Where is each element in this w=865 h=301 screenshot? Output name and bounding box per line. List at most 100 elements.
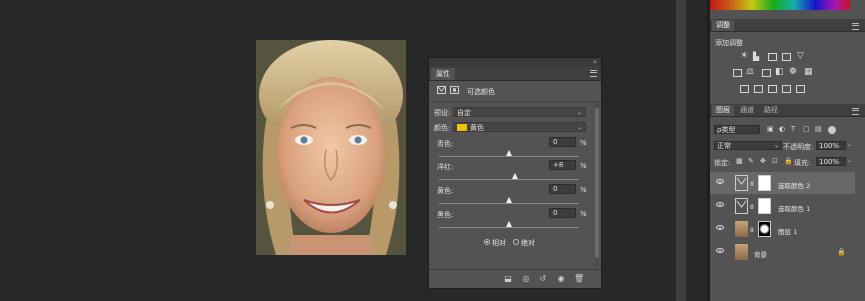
yellow-slider-track[interactable] <box>439 203 579 204</box>
selective-color-icon[interactable] <box>782 85 791 93</box>
tab-paths[interactable]: 路径 <box>760 105 782 116</box>
reset-icon[interactable]: ↺ <box>538 275 548 283</box>
filter-smart-object-icon[interactable]: ▤ <box>815 125 822 133</box>
tab-channels[interactable]: 通道 <box>736 105 758 116</box>
colors-value: 黄色 <box>470 124 484 132</box>
scrollbar-thumb[interactable] <box>595 108 599 258</box>
mask-icon[interactable] <box>450 86 459 94</box>
panel-menu-icon[interactable] <box>852 108 859 115</box>
preset-select[interactable]: 自定 ⌄ <box>453 107 586 117</box>
filter-shape-icon[interactable]: ▢ <box>803 125 810 133</box>
adjustment-layer-icon <box>735 198 748 214</box>
relative-radio[interactable] <box>484 239 490 245</box>
lock-icon[interactable]: 🔒 <box>837 248 846 256</box>
layer-row[interactable]: 8 选取颜色 1 <box>710 195 855 217</box>
channel-mixer-icon[interactable]: ❁ <box>789 67 797 77</box>
layer-row[interactable]: 8 选取颜色 2 <box>710 172 855 194</box>
layers-tab-row: 图层 通道 路径 <box>710 104 865 117</box>
invert-icon[interactable] <box>740 85 749 93</box>
exposure-icon[interactable] <box>782 53 791 61</box>
color-spectrum[interactable] <box>710 0 850 10</box>
canvas-photo[interactable] <box>256 40 406 255</box>
lock-image-icon[interactable]: ✎ <box>748 157 754 165</box>
chain-link-icon[interactable]: 8 <box>750 181 754 188</box>
absolute-radio[interactable] <box>513 239 519 245</box>
chain-link-icon[interactable]: 8 <box>750 204 754 211</box>
opacity-label: 不透明度: <box>783 143 814 151</box>
cyan-value-input[interactable]: 0 <box>549 137 576 147</box>
color-lookup-icon[interactable]: ▦ <box>804 67 813 77</box>
vibrance-icon[interactable]: ▽ <box>797 51 804 61</box>
chevron-down-icon[interactable]: ⌄ <box>847 157 852 164</box>
blend-mode-select[interactable]: 正常 ⌄ <box>714 141 782 150</box>
panel-title-bar[interactable]: » <box>429 58 601 66</box>
layer-mask-thumbnail[interactable] <box>758 221 771 237</box>
filter-pixel-icon[interactable]: ▣ <box>767 125 774 133</box>
black-value-input[interactable]: 0 <box>549 208 576 218</box>
panel-menu-icon[interactable] <box>852 23 859 30</box>
filter-adjustment-icon[interactable]: ◐ <box>779 125 785 133</box>
clip-to-layer-icon[interactable]: ⬓ <box>503 275 513 283</box>
layer-row[interactable]: 8 图层 1 <box>710 218 855 240</box>
threshold-icon[interactable] <box>768 85 777 93</box>
lock-artboard-icon[interactable]: ⊡ <box>772 157 778 165</box>
tab-layers[interactable]: 图层 <box>712 105 734 116</box>
layer-row[interactable]: 背景 🔒 <box>710 241 855 263</box>
layer-name: 背景 <box>754 251 767 259</box>
lock-position-icon[interactable]: ✥ <box>760 157 766 165</box>
visibility-eye-icon[interactable] <box>716 225 724 230</box>
cyan-slider-track[interactable] <box>439 156 579 157</box>
yellow-value-input[interactable]: 0 <box>549 184 576 194</box>
gradient-map-icon[interactable] <box>796 85 805 93</box>
posterize-icon[interactable] <box>754 85 763 93</box>
photo-filter-icon[interactable]: ◧ <box>775 67 784 77</box>
black-slider-track[interactable] <box>439 227 579 228</box>
chain-link-icon[interactable]: 8 <box>750 227 754 234</box>
filter-toggle-icon[interactable] <box>828 126 836 134</box>
lock-all-icon[interactable]: 🔒 <box>784 157 793 165</box>
color-balance-icon[interactable]: ⚖ <box>746 67 754 77</box>
visibility-eye-icon[interactable]: ◉ <box>556 275 566 283</box>
adjustments-tab-row: 调整 <box>710 19 865 32</box>
tab-properties[interactable]: 属性 <box>431 68 455 80</box>
layer-filter-select[interactable]: ρ类型 <box>714 125 760 134</box>
panel-scrollbar[interactable] <box>595 102 599 267</box>
layer-name: 选取颜色 2 <box>778 182 811 190</box>
fill-input[interactable]: 100% <box>816 157 846 166</box>
visibility-eye-icon[interactable] <box>716 248 724 253</box>
opacity-input[interactable]: 100% <box>816 141 846 150</box>
visibility-eye-icon[interactable] <box>716 202 724 207</box>
cyan-slider-thumb[interactable] <box>506 150 512 156</box>
hue-saturation-icon[interactable] <box>733 69 742 77</box>
lock-transparent-icon[interactable]: ▩ <box>736 157 743 165</box>
magenta-slider-track[interactable] <box>439 179 579 180</box>
black-white-icon[interactable] <box>762 69 771 77</box>
layer-mask-thumbnail[interactable] <box>758 175 771 191</box>
levels-icon[interactable]: ▙ <box>753 52 759 61</box>
percent-sign: % <box>580 186 587 194</box>
tab-adjustments[interactable]: 调整 <box>712 20 734 31</box>
percent-sign: % <box>580 139 587 147</box>
view-previous-state-icon[interactable]: ◎ <box>521 275 531 283</box>
panel-menu-icon[interactable] <box>590 70 597 77</box>
magenta-value-input[interactable]: +8 <box>549 160 576 170</box>
magenta-slider-thumb[interactable] <box>511 173 518 179</box>
delete-trash-icon[interactable]: 🗑 <box>574 275 584 283</box>
slider-label: 黑色: <box>437 211 454 219</box>
chevron-down-icon[interactable]: ⌄ <box>847 141 852 148</box>
slider-label: 洋红: <box>437 163 454 171</box>
layer-name: 图层 1 <box>778 228 798 236</box>
add-adjustment-label: 添加调整 <box>715 39 743 47</box>
brightness-icon[interactable]: ☀ <box>740 51 748 61</box>
filter-type-icon[interactable]: T <box>791 125 795 133</box>
percent-sign: % <box>580 210 587 218</box>
yellow-slider-thumb[interactable] <box>506 197 512 203</box>
black-slider-thumb[interactable] <box>506 221 512 227</box>
colors-select[interactable]: 黄色 ⌄ <box>453 122 586 132</box>
absolute-label: 绝对 <box>521 239 535 247</box>
curves-icon[interactable] <box>768 53 777 61</box>
collapse-icon[interactable]: » <box>593 58 597 66</box>
panel-footer: ⬓ ◎ ↺ ◉ 🗑 <box>429 269 601 288</box>
layer-mask-thumbnail[interactable] <box>758 198 771 214</box>
visibility-eye-icon[interactable] <box>716 179 724 184</box>
